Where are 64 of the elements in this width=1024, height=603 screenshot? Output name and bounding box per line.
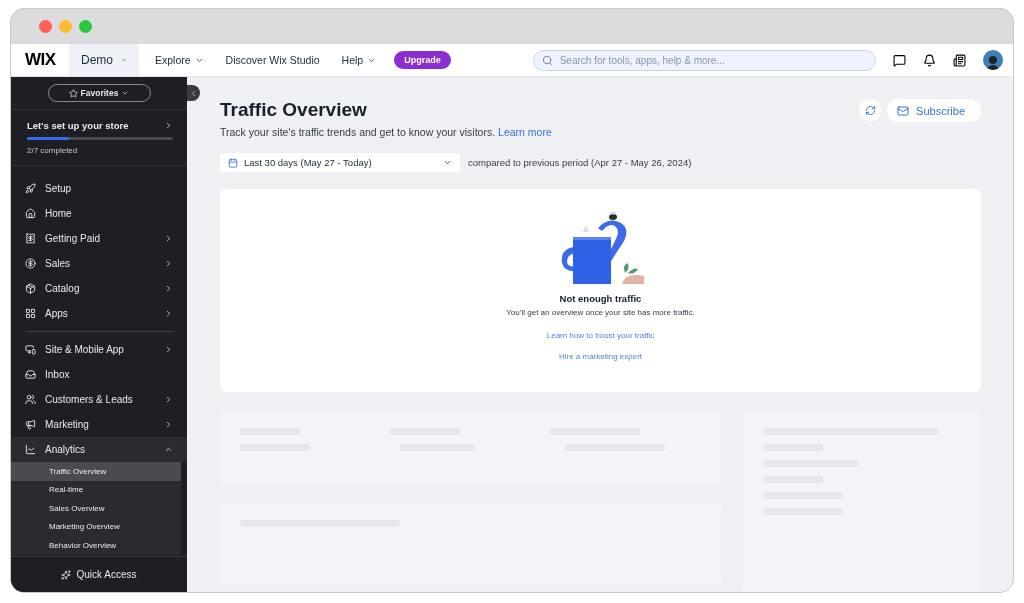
caret-icon	[121, 89, 130, 97]
receipt-icon	[25, 233, 36, 244]
search-input[interactable]: Search for tools, apps, help & more...	[557, 53, 867, 67]
setup-title: Let's set up your store	[27, 120, 129, 131]
sidebar-item[interactable]: Marketing	[11, 412, 187, 437]
page-subtitle: Track your site's traffic trends and get to know your visitors. Learn more	[220, 126, 552, 138]
sidebar-item[interactable]: Sales	[11, 251, 187, 276]
help-link[interactable]: Hire a marketing expert	[558, 352, 643, 361]
collapse-button[interactable]	[187, 85, 200, 101]
sidebar-item[interactable]: Inbox	[11, 362, 187, 387]
nav-menu-item[interactable]: Help	[335, 53, 383, 67]
site-selector[interactable]: Demo	[69, 44, 139, 76]
empty-title: Not enough traffic	[559, 293, 642, 304]
refresh-button[interactable]	[859, 99, 882, 121]
sidebar-subitem[interactable]: Behavior Overview	[11, 536, 181, 555]
chart-icon	[25, 444, 36, 455]
learn-more-link[interactable]: Learn more	[498, 126, 552, 138]
upgrade-button[interactable]: Upgrade	[394, 51, 451, 69]
quick-access-button[interactable]: Quick Access	[11, 556, 187, 592]
progress-text: 2/7 completed	[27, 146, 79, 155]
chevron-left-icon	[189, 88, 198, 98]
package-icon	[25, 283, 36, 294]
calendar-icon	[228, 157, 238, 168]
news-icon[interactable]	[953, 53, 966, 67]
dollar-icon	[25, 258, 36, 269]
comparison-text: compared to previous period (Apr 27 - May 26, 2024)	[468, 157, 692, 168]
sidebar-item[interactable]: Site & Mobile App	[11, 337, 187, 362]
refresh-icon	[864, 104, 876, 116]
subscribe-button[interactable]: Subscribe	[887, 99, 981, 122]
star-icon	[68, 88, 78, 98]
grid-icon	[25, 308, 36, 319]
mail-icon	[897, 104, 910, 117]
logo[interactable]: WIX	[11, 50, 69, 70]
sidebar-item[interactable]: Home	[11, 201, 187, 226]
rocket-icon	[25, 183, 36, 194]
bell-icon[interactable]	[923, 53, 936, 67]
date-range-dropdown[interactable]: Last 30 days (May 27 - Today)	[220, 153, 460, 172]
sidebar-item[interactable]: Getting Paid	[11, 226, 187, 251]
nav-menu-item[interactable]: Discover Wix Studio	[219, 53, 326, 67]
sidebar-item[interactable]: Customers & Leads	[11, 387, 187, 412]
chevron-right-icon	[164, 121, 173, 130]
sidebar-item[interactable]: Catalog	[11, 276, 187, 301]
search-field[interactable]: Search for tools, apps, help & more...	[532, 49, 876, 71]
devices-icon	[25, 344, 36, 355]
sidebar-item[interactable]: Analytics	[11, 437, 187, 462]
search-icon	[541, 54, 553, 66]
people-icon	[25, 394, 36, 405]
sparkles-icon	[61, 569, 72, 580]
sidebar-item[interactable]: Setup	[11, 176, 187, 201]
setup-card[interactable]: Let's set up your store 2/7 completed	[11, 109, 187, 166]
sidebar-subitem[interactable]: Traffic Overview	[11, 462, 181, 481]
sidebar-subitem[interactable]: Sales Overview	[11, 499, 181, 518]
megaphone-icon	[25, 419, 36, 430]
date-range-text: Last 30 days (May 27 - Today)	[244, 157, 373, 168]
chat-icon[interactable]	[893, 53, 906, 67]
home-icon	[25, 208, 36, 219]
caret-icon	[443, 158, 452, 167]
nav-menu-item[interactable]: Explore	[149, 53, 210, 67]
avatar[interactable]	[983, 50, 1003, 70]
help-link[interactable]: Learn how to boost your traffic	[546, 331, 655, 340]
empty-text: You’ll get an overview once your site has more traffic.	[506, 308, 695, 317]
page-title: Traffic Overview	[220, 99, 368, 121]
inbox-icon	[25, 369, 36, 380]
sidebar-item[interactable]: Apps	[11, 301, 187, 326]
